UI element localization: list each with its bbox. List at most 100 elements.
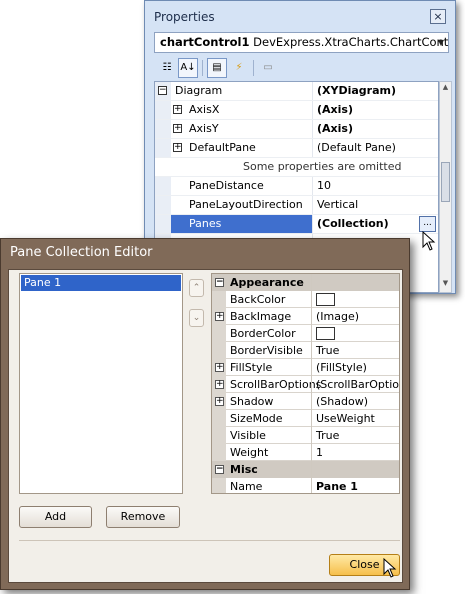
property-value: True (316, 429, 340, 442)
add-button[interactable]: Add (19, 506, 92, 528)
scroll-up-icon[interactable]: ▲ (440, 83, 451, 95)
toolbar-separator (202, 60, 203, 76)
expand-icon[interactable]: + (215, 380, 224, 389)
property-name: BackImage (230, 310, 292, 323)
property-row-backcolor[interactable]: BackColor (226, 291, 399, 308)
move-down-button[interactable]: ⌄ (189, 309, 204, 327)
property-value: (Collection) (317, 217, 389, 230)
property-row-panes[interactable]: Panes (Collection) ... (155, 215, 438, 234)
collapse-icon[interactable]: − (215, 465, 224, 474)
color-swatch[interactable] (316, 327, 335, 340)
pane-property-grid: − Appearance BackColor BackImage (Image)… (211, 273, 400, 494)
properties-title: Properties (154, 10, 215, 24)
property-value: (Shadow) (316, 395, 368, 408)
expand-icon[interactable]: + (215, 363, 224, 372)
property-value: (Default Pane) (317, 141, 396, 154)
remove-button[interactable]: Remove (106, 506, 180, 528)
events-icon[interactable]: ⚡ (229, 58, 249, 78)
collapse-icon[interactable]: − (215, 278, 224, 287)
property-value: (Image) (316, 310, 360, 323)
property-row-axisx[interactable]: + AxisX (Axis) (155, 101, 438, 120)
property-value: (FillStyle) (316, 361, 367, 374)
property-value: UseWeight (316, 412, 375, 425)
property-row-weight[interactable]: Weight 1 (226, 444, 399, 461)
property-value: (Axis) (317, 122, 353, 135)
property-name: Shadow (230, 395, 274, 408)
property-row-sizemode[interactable]: SizeMode UseWeight (226, 410, 399, 427)
category-label: Misc (230, 463, 258, 476)
expand-icon[interactable]: + (173, 124, 182, 133)
category-label: Appearance (230, 276, 304, 289)
property-name: BackColor (230, 293, 286, 306)
object-selector[interactable]: chartControl1 DevExpress.XtraCharts.Char… (154, 32, 449, 53)
property-pages-icon[interactable]: ▭ (258, 58, 278, 78)
collapse-icon[interactable]: − (158, 86, 167, 95)
property-row-name[interactable]: Name Pane 1 (226, 478, 399, 493)
expand-icon[interactable]: + (215, 312, 224, 321)
property-name: DefaultPane (189, 141, 256, 154)
property-name: SizeMode (230, 412, 283, 425)
property-name: BorderVisible (230, 344, 303, 357)
property-row-backimage[interactable]: BackImage (Image) (226, 308, 399, 325)
expand-icon[interactable]: + (173, 105, 182, 114)
object-name: chartControl1 (160, 35, 250, 49)
properties-icon[interactable]: ▤ (207, 58, 227, 78)
category-misc[interactable]: − Misc (212, 461, 399, 478)
property-name: Weight (230, 446, 269, 459)
grid-divider (311, 274, 312, 493)
property-row-axisy[interactable]: + AxisY (Axis) (155, 120, 438, 139)
mouse-cursor-icon (383, 558, 397, 578)
expand-icon[interactable]: + (215, 397, 224, 406)
property-name: AxisY (189, 122, 219, 135)
property-name: BorderColor (230, 327, 296, 340)
property-row-fillstyle[interactable]: FillStyle (FillStyle) (226, 359, 399, 376)
property-name: FillStyle (230, 361, 273, 374)
property-row-panelayoutdirection[interactable]: PaneLayoutDirection Vertical (155, 196, 438, 215)
scroll-down-icon[interactable]: ▼ (440, 279, 451, 291)
property-value: 1 (316, 446, 323, 459)
property-name: PaneLayoutDirection (189, 198, 303, 211)
close-icon[interactable]: × (430, 9, 446, 24)
object-type: DevExpress.XtraCharts.ChartControl (253, 35, 449, 49)
properties-toolbar: ☷ A↓ ▤ ⚡ ▭ (154, 56, 449, 80)
alphabetical-icon[interactable]: A↓ (178, 58, 198, 78)
move-up-button[interactable]: ⌃ (189, 279, 204, 297)
categorized-icon[interactable]: ☷ (157, 58, 177, 78)
expand-icon[interactable]: + (173, 143, 182, 152)
category-appearance[interactable]: − Appearance (212, 274, 399, 291)
property-value: (XYDiagram) (317, 84, 397, 97)
dialog-client-area: Pane 1 ⌃ ⌄ − Appearance BackColor BackIm… (8, 269, 403, 583)
property-row-panedistance[interactable]: PaneDistance 10 (155, 177, 438, 196)
property-name: Diagram (175, 84, 223, 97)
scroll-thumb[interactable] (441, 162, 450, 202)
property-row-bordercolor[interactable]: BorderColor (226, 325, 399, 342)
omitted-note: Some properties are omitted (243, 160, 402, 173)
toolbar-separator (253, 60, 254, 76)
dialog-title: Pane Collection Editor (10, 245, 153, 260)
property-row-defaultpane[interactable]: + DefaultPane (Default Pane) (155, 139, 438, 158)
property-row-scrollbaroptions[interactable]: ScrollBarOptions (ScrollBarOptions) (226, 376, 399, 393)
property-value: 10 (317, 179, 331, 192)
pane-collection-editor-dialog: Pane Collection Editor Pane 1 ⌃ ⌄ − Appe… (0, 238, 410, 590)
property-row-diagram[interactable]: − Diagram (XYDiagram) (155, 82, 438, 101)
ellipsis-button[interactable]: ... (419, 216, 436, 232)
property-value: (Axis) (317, 103, 353, 116)
mouse-cursor-icon (422, 231, 436, 251)
omitted-note-row: Some properties are omitted (155, 158, 438, 177)
property-grid-scrollbar[interactable]: ▲ ▼ (439, 81, 452, 293)
property-value: (ScrollBarOptions) (316, 378, 399, 391)
pane-list[interactable]: Pane 1 (19, 273, 183, 494)
property-value: Pane 1 (316, 480, 358, 493)
property-name: AxisX (189, 103, 220, 116)
color-swatch[interactable] (316, 293, 335, 306)
property-row-shadow[interactable]: Shadow (Shadow) (226, 393, 399, 410)
divider (19, 540, 400, 541)
list-item[interactable]: Pane 1 (21, 275, 181, 291)
property-name: Panes (189, 217, 222, 230)
property-name: ScrollBarOptions (230, 378, 322, 391)
property-row-bordervisible[interactable]: BorderVisible True (226, 342, 399, 359)
property-name: PaneDistance (189, 179, 264, 192)
property-name: Name (230, 480, 263, 493)
property-row-visible[interactable]: Visible True (226, 427, 399, 444)
chevron-down-icon[interactable]: ▼ (438, 33, 444, 52)
